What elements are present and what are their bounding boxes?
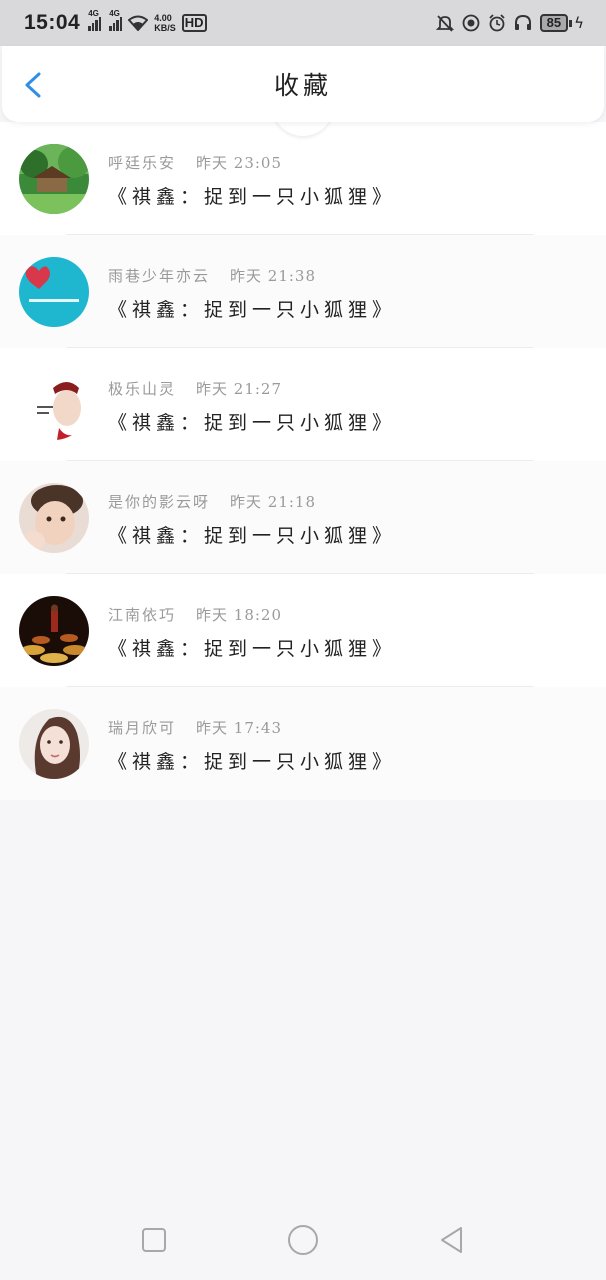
- list-item[interactable]: 呼廷乐安 昨天 23:05 《祺鑫：捉到一只小狐狸》: [0, 122, 606, 235]
- charging-icon: ϟ: [574, 14, 584, 32]
- hd-icon: HD: [181, 14, 207, 32]
- status-bar: 15:04 4G 4G 4.00 KB/S HD 85 ϟ: [0, 0, 606, 46]
- home-button[interactable]: [286, 1223, 320, 1257]
- alarm-icon: [488, 14, 505, 32]
- timestamp: 昨天 23:05: [196, 154, 283, 172]
- author-name[interactable]: 呼廷乐安: [108, 152, 176, 173]
- author-name[interactable]: 是你的影云呀: [108, 491, 210, 512]
- list-item[interactable]: 瑞月欣可 昨天 17:43 《祺鑫：捉到一只小狐狸》: [0, 687, 606, 800]
- triangle-back-icon: [440, 1227, 462, 1253]
- avatar[interactable]: [19, 483, 89, 553]
- timestamp: 昨天 21:18: [230, 493, 317, 511]
- author-name[interactable]: 瑞月欣可: [108, 717, 176, 738]
- author-name[interactable]: 雨巷少年亦云: [108, 265, 210, 286]
- back-button[interactable]: [435, 1223, 469, 1257]
- author-name[interactable]: 江南依巧: [108, 604, 176, 625]
- list-item[interactable]: 极乐山灵 昨天 21:27 《祺鑫：捉到一只小狐狸》: [0, 348, 606, 461]
- timestamp: 昨天 21:27: [196, 380, 283, 398]
- story-title[interactable]: 《祺鑫：捉到一只小狐狸》: [108, 295, 396, 322]
- back-arrow-icon[interactable]: [22, 72, 46, 98]
- timestamp: 昨天 18:20: [196, 606, 283, 624]
- square-icon: [142, 1228, 167, 1252]
- signal-icon-2: 4G: [109, 9, 123, 31]
- story-title[interactable]: 《祺鑫：捉到一只小狐狸》: [108, 521, 396, 548]
- battery-icon: 85 ϟ: [539, 14, 584, 32]
- favorites-list: 呼廷乐安 昨天 23:05 《祺鑫：捉到一只小狐狸》 雨巷少年亦云 昨天 21:…: [0, 122, 606, 800]
- timestamp: 昨天 17:43: [196, 719, 283, 737]
- signal-icon: 4G: [88, 9, 102, 31]
- story-title[interactable]: 《祺鑫：捉到一只小狐狸》: [108, 408, 396, 435]
- avatar[interactable]: [19, 370, 89, 440]
- data-saver-icon: [462, 14, 480, 32]
- story-title[interactable]: 《祺鑫：捉到一只小狐狸》: [108, 182, 396, 209]
- list-item[interactable]: 江南依巧 昨天 18:20 《祺鑫：捉到一只小狐狸》: [0, 574, 606, 687]
- list-item[interactable]: 雨巷少年亦云 昨天 21:38 《祺鑫：捉到一只小狐狸》: [0, 235, 606, 348]
- recent-apps-button[interactable]: [137, 1223, 171, 1257]
- circle-icon: [287, 1225, 318, 1255]
- avatar[interactable]: [19, 596, 89, 666]
- story-title[interactable]: 《祺鑫：捉到一只小狐狸》: [108, 634, 396, 661]
- author-name[interactable]: 极乐山灵: [108, 378, 176, 399]
- page-title: 收藏: [273, 71, 332, 100]
- network-speed: 4.00 KB/S: [154, 13, 176, 33]
- wifi-icon: [128, 15, 149, 31]
- mute-bell-icon: [435, 15, 454, 32]
- top-app-bar: 收藏: [2, 46, 604, 122]
- list-item[interactable]: 是你的影云呀 昨天 21:18 《祺鑫：捉到一只小狐狸》: [0, 461, 606, 574]
- avatar[interactable]: [19, 709, 89, 779]
- status-time: 15:04: [24, 11, 81, 34]
- avatar[interactable]: [19, 144, 89, 214]
- headphones-icon: [514, 14, 531, 30]
- system-navigation-bar: [0, 1200, 606, 1280]
- timestamp: 昨天 21:38: [230, 267, 317, 285]
- avatar[interactable]: [19, 257, 89, 327]
- story-title[interactable]: 《祺鑫：捉到一只小狐狸》: [108, 747, 396, 774]
